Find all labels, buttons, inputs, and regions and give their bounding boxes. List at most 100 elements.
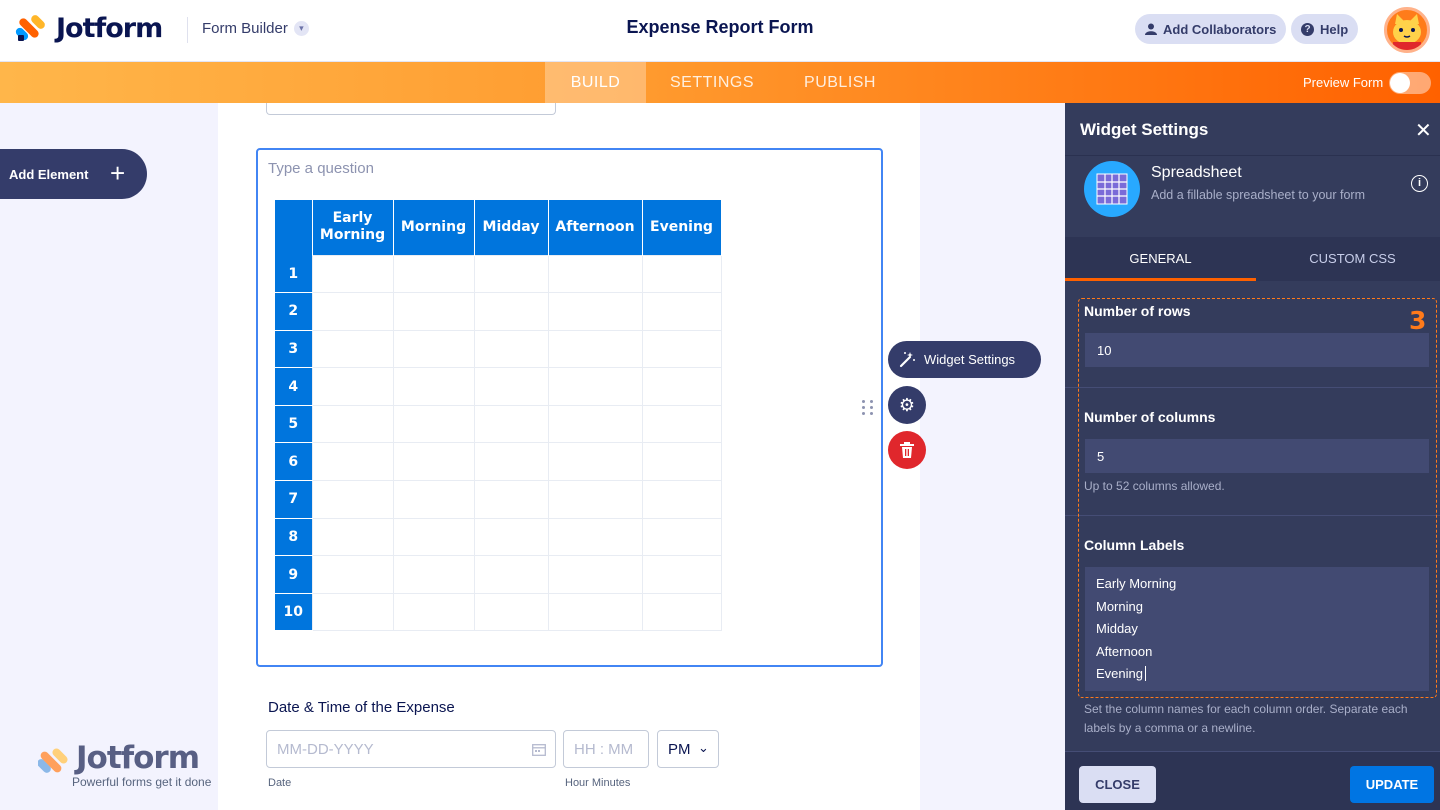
spreadsheet-cell[interactable] bbox=[392, 367, 475, 406]
spreadsheet-cell[interactable] bbox=[547, 367, 643, 406]
table-row: 7 bbox=[275, 480, 722, 519]
drag-handle[interactable] bbox=[862, 400, 874, 416]
jotform-logo[interactable]: Jotform bbox=[14, 13, 163, 44]
table-row: 3 bbox=[275, 329, 722, 369]
spreadsheet-cell[interactable] bbox=[641, 442, 722, 482]
ampm-select[interactable]: PM ⌄ bbox=[657, 730, 719, 768]
column-labels-textarea[interactable]: Early Morning Morning Midday Afternoon E… bbox=[1085, 567, 1429, 691]
spreadsheet-cell[interactable] bbox=[473, 254, 549, 294]
gear-icon: ⚙ bbox=[898, 394, 916, 415]
spreadsheet-cell[interactable] bbox=[392, 480, 475, 519]
close-button[interactable]: CLOSE bbox=[1079, 766, 1156, 803]
rows-input[interactable]: 10 bbox=[1085, 333, 1429, 367]
spreadsheet-cell[interactable] bbox=[311, 254, 394, 294]
time-placeholder: HH : MM bbox=[574, 740, 634, 758]
spreadsheet-cell[interactable] bbox=[311, 592, 394, 632]
spreadsheet-cell[interactable] bbox=[473, 555, 549, 594]
footer-logo-text: Jotform bbox=[76, 740, 200, 776]
spreadsheet-cell[interactable] bbox=[641, 254, 722, 294]
columns-label: Number of columns bbox=[1084, 409, 1216, 425]
question-label-placeholder[interactable]: Type a question bbox=[268, 160, 374, 177]
spreadsheet-cell[interactable] bbox=[641, 292, 722, 331]
tab-settings[interactable]: SETTINGS bbox=[656, 62, 768, 103]
spreadsheet-cell[interactable] bbox=[311, 367, 394, 406]
spreadsheet-cell[interactable] bbox=[547, 592, 643, 632]
preview-form-toggle[interactable] bbox=[1389, 72, 1431, 94]
row-number: 8 bbox=[275, 518, 312, 557]
spreadsheet-cell[interactable] bbox=[641, 517, 722, 557]
spreadsheet-cell[interactable] bbox=[311, 480, 394, 519]
spreadsheet-cell[interactable] bbox=[641, 592, 722, 632]
field-properties-button[interactable]: ⚙ bbox=[888, 386, 926, 424]
spreadsheet-cell[interactable] bbox=[392, 292, 475, 331]
spreadsheet-cell[interactable] bbox=[392, 329, 475, 369]
spreadsheet-cell[interactable] bbox=[641, 555, 722, 594]
table-row: 4 bbox=[275, 367, 722, 406]
widget-settings-button[interactable]: Widget Settings bbox=[888, 341, 1041, 378]
spreadsheet-cell[interactable] bbox=[473, 442, 549, 482]
date-time-question-label[interactable]: Date & Time of the Expense bbox=[268, 699, 455, 716]
spreadsheet-cell[interactable] bbox=[311, 555, 394, 594]
spreadsheet-cell[interactable] bbox=[641, 367, 722, 406]
spreadsheet-cell[interactable] bbox=[311, 517, 394, 557]
spreadsheet-cell[interactable] bbox=[473, 517, 549, 557]
tab-publish[interactable]: PUBLISH bbox=[790, 62, 890, 103]
calendar-icon[interactable] bbox=[532, 743, 546, 756]
close-icon[interactable]: ✕ bbox=[1415, 118, 1432, 143]
spreadsheet-cell[interactable] bbox=[311, 404, 394, 444]
spreadsheet-cell[interactable] bbox=[392, 254, 475, 294]
step-number: 3 bbox=[1409, 306, 1427, 335]
info-icon[interactable]: i bbox=[1411, 175, 1428, 192]
spreadsheet-cell[interactable] bbox=[641, 404, 722, 444]
tab-general[interactable]: GENERAL bbox=[1065, 237, 1256, 281]
columns-hint: Up to 52 columns allowed. bbox=[1084, 479, 1225, 493]
columns-input[interactable]: 5 bbox=[1085, 439, 1429, 473]
spreadsheet-cell[interactable] bbox=[547, 442, 643, 482]
spreadsheet-cell[interactable] bbox=[641, 480, 722, 519]
spreadsheet-cell[interactable] bbox=[473, 329, 549, 369]
spreadsheet-cell[interactable] bbox=[311, 329, 394, 369]
spreadsheet-cell[interactable] bbox=[473, 367, 549, 406]
spreadsheet-cell[interactable] bbox=[473, 404, 549, 444]
spreadsheet-cell[interactable] bbox=[547, 404, 643, 444]
spreadsheet-cell[interactable] bbox=[473, 292, 549, 331]
spreadsheet-cell[interactable] bbox=[392, 404, 475, 444]
spreadsheet-cell[interactable] bbox=[311, 442, 394, 482]
spreadsheet-cell[interactable] bbox=[547, 517, 643, 557]
chevron-down-icon: ▾ bbox=[293, 21, 309, 36]
spreadsheet-cell[interactable] bbox=[392, 517, 475, 557]
widget-settings-label: Widget Settings bbox=[924, 352, 1016, 367]
delete-field-button[interactable] bbox=[888, 431, 926, 469]
spreadsheet-cell[interactable] bbox=[473, 480, 549, 519]
update-button[interactable]: UPDATE bbox=[1350, 766, 1434, 803]
ampm-value: PM bbox=[668, 740, 691, 758]
spreadsheet-cell[interactable] bbox=[547, 254, 643, 294]
spreadsheet-cell[interactable] bbox=[392, 592, 475, 632]
date-input[interactable]: MM-DD-YYYY bbox=[266, 730, 556, 768]
spreadsheet-cell[interactable] bbox=[641, 329, 722, 369]
spreadsheet-cell[interactable] bbox=[547, 292, 643, 331]
help-button[interactable]: ? Help bbox=[1291, 14, 1359, 44]
tab-custom-css[interactable]: CUSTOM CSS bbox=[1257, 237, 1440, 281]
form-title[interactable]: Expense Report Form bbox=[626, 17, 813, 37]
add-element-button[interactable]: Add Element + bbox=[0, 149, 147, 199]
time-input[interactable]: HH : MM bbox=[563, 730, 649, 768]
tab-build[interactable]: BUILD bbox=[545, 62, 646, 103]
jotform-logo-icon bbox=[14, 13, 47, 43]
spreadsheet-cell[interactable] bbox=[547, 555, 643, 594]
help-icon: ? bbox=[1301, 22, 1314, 36]
spreadsheet-cell[interactable] bbox=[547, 480, 643, 519]
add-collaborators-button[interactable]: Add Collaborators bbox=[1135, 14, 1287, 44]
row-number: 5 bbox=[275, 405, 312, 444]
spreadsheet-cell[interactable] bbox=[473, 592, 549, 632]
panel-header: Widget Settings ✕ bbox=[1065, 103, 1440, 156]
spreadsheet-cell[interactable] bbox=[392, 555, 475, 594]
previous-field-input[interactable] bbox=[266, 103, 556, 115]
spreadsheet-cell[interactable] bbox=[547, 329, 643, 369]
spreadsheet-cell[interactable] bbox=[311, 292, 394, 331]
add-element-label: Add Element bbox=[9, 166, 89, 182]
user-avatar[interactable] bbox=[1384, 7, 1430, 53]
row-number: 9 bbox=[275, 555, 312, 594]
form-builder-dropdown[interactable]: Form Builder ▾ bbox=[202, 20, 309, 37]
spreadsheet-cell[interactable] bbox=[392, 442, 475, 482]
